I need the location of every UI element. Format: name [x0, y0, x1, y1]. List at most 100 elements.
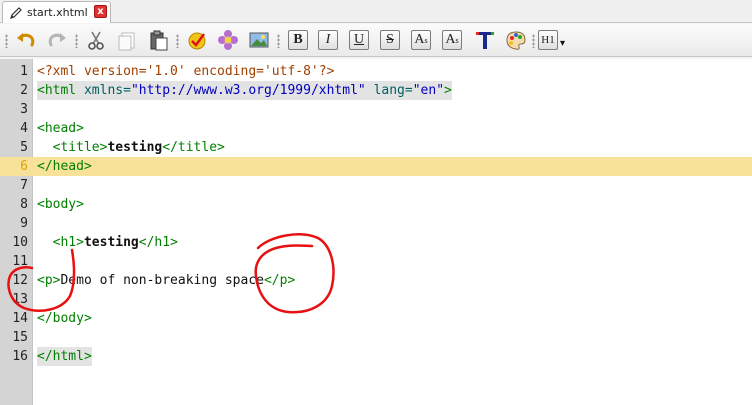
line-code: <body> [37, 195, 84, 214]
code-line[interactable]: 15 [0, 328, 752, 347]
palette-icon [506, 31, 526, 50]
tag: </p> [263, 273, 296, 288]
style-palette-button[interactable] [504, 28, 528, 52]
heading-button[interactable]: H1 [538, 30, 558, 50]
toolbar-grip[interactable] [5, 34, 8, 48]
line-code: <h1>testing</h1> [37, 233, 178, 252]
copy-button[interactable] [115, 28, 139, 52]
spellcheck-button[interactable] [185, 28, 209, 52]
tab-start-xhtml[interactable]: start.xhtml x [2, 1, 111, 23]
undo-button[interactable] [14, 28, 38, 52]
code-line-current[interactable]: 6 </head> [0, 157, 752, 176]
heading-dropdown-icon[interactable]: ▾ [560, 38, 565, 49]
toolbar-separator [176, 34, 179, 48]
line-number: 6 [20, 159, 28, 174]
line-code: </head> [37, 157, 92, 176]
code-line[interactable]: 11 [0, 252, 752, 271]
italic-button[interactable]: I [318, 30, 338, 50]
line-number: 1 [20, 64, 28, 79]
code-line[interactable]: 9 [0, 214, 752, 233]
tag: <h1> [37, 235, 84, 250]
line-number: 15 [12, 330, 28, 345]
bold-button[interactable]: B [288, 30, 308, 50]
line-number: 5 [20, 140, 28, 155]
superscript-small: s [455, 35, 459, 45]
tag: <title> [37, 140, 108, 155]
strikethrough-button[interactable]: S [380, 30, 400, 50]
spellcheck-icon [188, 32, 206, 50]
attribute: lang= [365, 83, 413, 98]
redo-button[interactable] [45, 28, 69, 52]
line-number: 12 [12, 273, 28, 288]
superscript-button[interactable]: As [442, 30, 462, 50]
line-code: </html> [37, 347, 92, 366]
close-tab-button[interactable]: x [94, 5, 107, 18]
text-content: testing [107, 140, 163, 155]
tab-bar: start.xhtml x [0, 0, 752, 23]
image-icon [249, 32, 269, 48]
tag: </body> [37, 311, 92, 326]
line-number: 14 [12, 311, 28, 326]
line-number: 13 [12, 292, 28, 307]
tag: </head> [37, 159, 92, 174]
code-line[interactable]: 2 <html xmlns="http://www.w3.org/1999/xh… [0, 81, 752, 100]
copy-icon [118, 32, 135, 51]
flower-icon [218, 30, 238, 50]
code-line[interactable]: 14 </body> [0, 309, 752, 328]
code-line[interactable]: 7 [0, 176, 752, 195]
insert-special-char-button[interactable] [216, 28, 240, 52]
line-code: <title>testing</title> [37, 138, 225, 157]
line-number: 8 [20, 197, 28, 212]
attribute: xmlns= [76, 83, 131, 98]
cut-button[interactable] [84, 28, 108, 52]
tag: </html> [37, 349, 92, 364]
line-number: 10 [12, 235, 28, 250]
line-number: 16 [12, 349, 28, 364]
code-line[interactable]: 12 <p>Demo of non-breaking space</p> [0, 271, 752, 290]
subscript-label: A [414, 32, 425, 47]
code-editor[interactable]: 1 <?xml version='1.0' encoding='utf-8'?>… [0, 59, 752, 405]
code-line[interactable]: 3 [0, 100, 752, 119]
paste-icon [150, 30, 168, 51]
text-color-button[interactable] [473, 28, 497, 52]
toolbar: B I U S As As H1 ▾ [0, 24, 752, 57]
tag: </h1> [138, 235, 178, 250]
underline-button[interactable]: U [349, 30, 369, 50]
line-number: 4 [20, 121, 28, 136]
line-code: <html xmlns="http://www.w3.org/1999/xhtm… [37, 81, 452, 100]
line-number: 3 [20, 102, 28, 117]
code-line[interactable]: 5 <title>testing</title> [0, 138, 752, 157]
tag: <html [37, 83, 77, 98]
subscript-button[interactable]: As [411, 30, 431, 50]
pencil-icon [8, 5, 24, 21]
code-line[interactable]: 10 <h1>testing</h1> [0, 233, 752, 252]
code-line[interactable]: 8 <body> [0, 195, 752, 214]
toolbar-separator [277, 34, 280, 48]
line-number: 11 [12, 254, 28, 269]
code-line[interactable]: 4 <head> [0, 119, 752, 138]
line-code: </body> [37, 309, 92, 328]
tab-label: start.xhtml [27, 6, 88, 19]
code-line[interactable]: 13 [0, 290, 752, 309]
insert-image-button[interactable] [247, 28, 271, 52]
text-content: Demo of non-breaking space [60, 273, 264, 288]
paste-button[interactable] [146, 28, 170, 52]
code-line[interactable]: 16 </html> [0, 347, 752, 366]
attribute-value: "http://www.w3.org/1999/xhtml" [130, 83, 366, 98]
line-number: 9 [20, 216, 28, 231]
attribute-value: "en" [412, 83, 445, 98]
text-color-icon [476, 32, 494, 49]
line-number: 2 [20, 83, 28, 98]
undo-icon [17, 33, 35, 47]
line-code: <head> [37, 119, 84, 138]
toolbar-separator [532, 34, 535, 48]
subscript-small: s [424, 35, 428, 45]
tag: <body> [37, 197, 84, 212]
tag: <head> [37, 121, 84, 136]
line-code: <p>Demo of non-breaking space</p> [37, 271, 295, 290]
code-line[interactable]: 1 <?xml version='1.0' encoding='utf-8'?> [0, 62, 752, 81]
tag: <p> [37, 273, 61, 288]
tag: > [444, 83, 452, 98]
xml-declaration: <?xml version='1.0' encoding='utf-8'?> [37, 64, 335, 79]
redo-icon [48, 33, 66, 47]
